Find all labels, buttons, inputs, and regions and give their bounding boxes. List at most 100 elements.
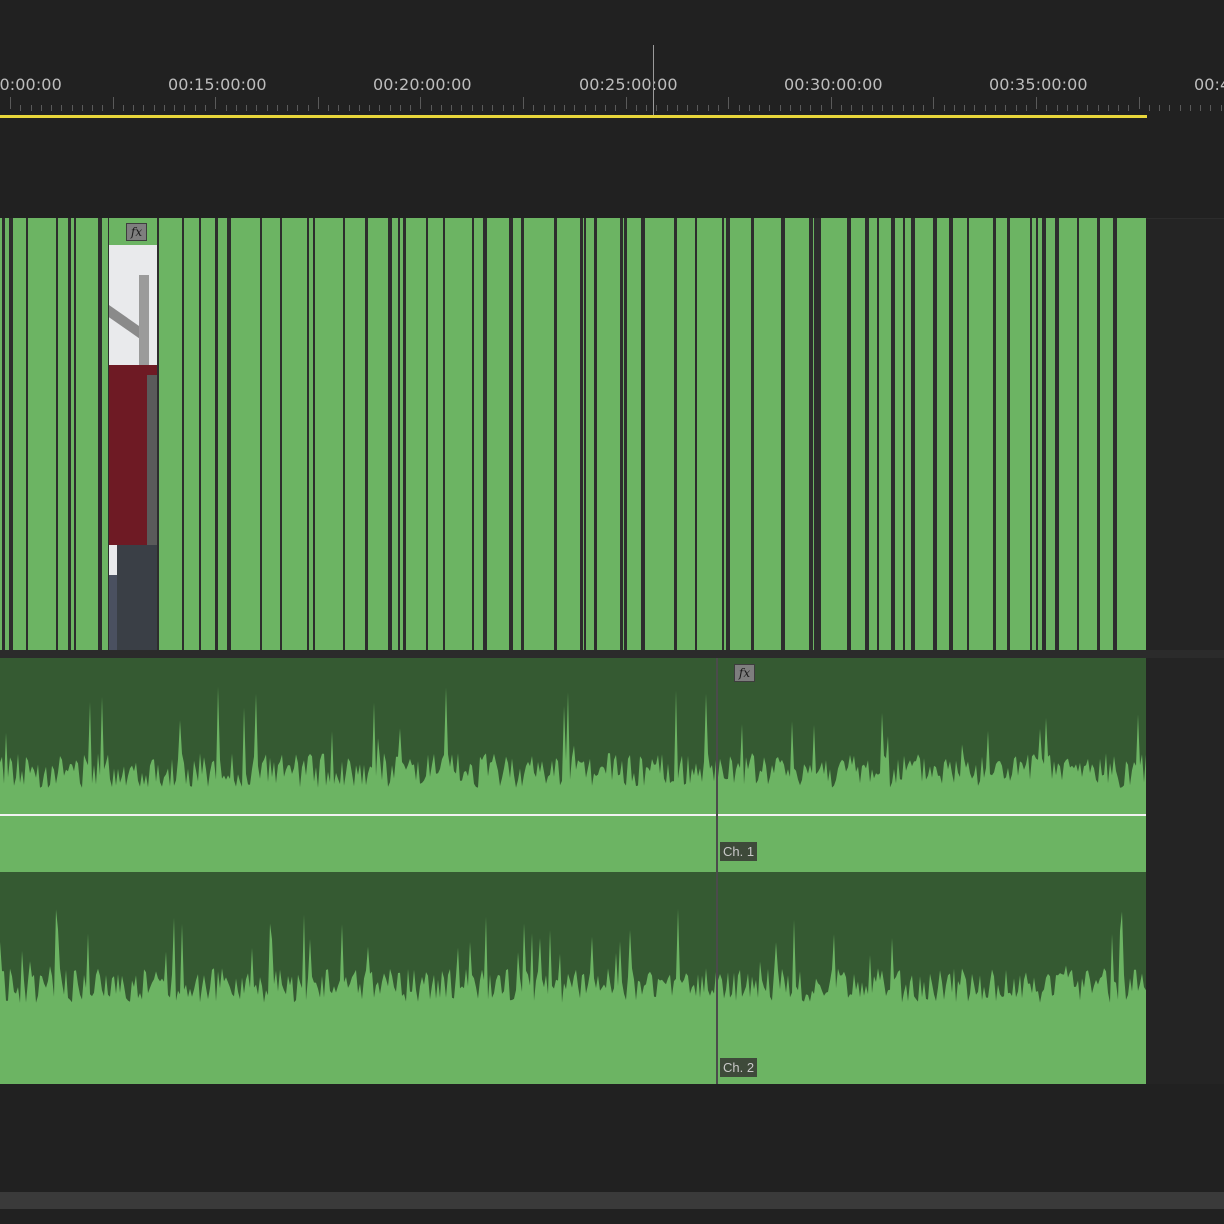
clip-edit-line [911, 218, 915, 650]
ruler-tick [163, 105, 165, 111]
ruler-tick [122, 105, 124, 111]
clip-edit-line [891, 218, 895, 650]
track-empty-area [1146, 218, 1224, 651]
ruler-tick [943, 105, 945, 111]
clip-edit-line [1007, 218, 1010, 650]
ruler-tick [635, 105, 637, 111]
ruler-tick [625, 97, 627, 109]
ruler-tick [789, 105, 791, 111]
ruler-tick [1056, 105, 1058, 111]
ruler-tick [276, 105, 278, 111]
ruler-tick [800, 105, 801, 111]
ruler-tick [1087, 105, 1089, 111]
clip-edit-line [847, 218, 851, 650]
clip-edit-line [403, 218, 406, 650]
clip-edit-line [809, 218, 813, 650]
clip-edit-line [26, 218, 28, 650]
ruler-tick [482, 105, 483, 111]
ruler-tick [574, 105, 576, 111]
ruler-tick [984, 105, 986, 111]
clip-edit-line [1097, 218, 1100, 650]
playhead[interactable] [653, 45, 654, 115]
clip-edit-line [580, 218, 583, 650]
channel-1-label: Ch. 1 [720, 842, 758, 861]
clip-edit-line [722, 218, 724, 650]
video-track-v1[interactable]: fx [0, 218, 1146, 650]
ruler-tick [1210, 105, 1212, 111]
audio-edit-point[interactable] [716, 658, 718, 1084]
clip-edit-line [68, 218, 71, 650]
clip-edit-line [1036, 218, 1038, 650]
ruler-tick [1169, 105, 1171, 111]
audio-track-a1[interactable]: fx Ch. 1 Ch. 2 [0, 658, 1146, 1084]
clip-edit-line [521, 218, 524, 650]
clip-edit-line [751, 218, 754, 650]
ruler-tick [995, 105, 996, 111]
ruler-tick [769, 105, 771, 111]
ruler-tick [1159, 105, 1161, 111]
ruler-tick [1220, 105, 1222, 111]
ruler-tick [923, 105, 925, 111]
ruler-tick [440, 105, 442, 111]
ruler-tick [615, 105, 617, 111]
ruler-tick [81, 105, 83, 111]
time-ruler[interactable]: :0:00:00 00:15:00:00 00:20:00:00 00:25:0… [0, 0, 1224, 122]
ruler-tick [892, 105, 894, 111]
thumbnail-image [109, 245, 157, 650]
ruler-tick [1077, 105, 1078, 111]
track-divider[interactable] [0, 650, 1224, 658]
ruler-tick [830, 97, 832, 109]
video-clip-thumbnail[interactable]: fx [108, 218, 159, 650]
ruler-tick [194, 105, 196, 111]
ruler-tick [246, 105, 247, 111]
clip-edit-line [1042, 218, 1046, 650]
ruler-tick [1118, 105, 1120, 111]
ruler-tick [964, 105, 966, 111]
ruler-tick [256, 105, 258, 111]
ruler-tick [297, 105, 299, 111]
horizontal-scrollbar[interactable] [0, 1192, 1224, 1209]
fx-icon[interactable]: fx [126, 223, 147, 241]
ruler-tick [646, 105, 648, 111]
clip-edit-line [584, 218, 586, 650]
ruler-tick [1179, 105, 1181, 111]
clip-edit-line [1077, 218, 1079, 650]
ruler-tick [728, 97, 730, 109]
ruler-tick [820, 105, 822, 111]
ruler-tick [369, 105, 371, 111]
ruler-tick [810, 105, 812, 111]
clip-edit-line [426, 218, 428, 650]
ruler-tick [133, 105, 135, 111]
volume-rubber-band[interactable] [0, 814, 1146, 816]
timecode-label: 00:15:00:00 [168, 75, 267, 94]
ruler-tick [687, 105, 689, 111]
ruler-tick [328, 105, 330, 111]
ruler-tick [697, 105, 699, 111]
timeline-panel[interactable]: :0:00:00 00:15:00:00 00:20:00:00 00:25:0… [0, 0, 1224, 1224]
ruler-tick [594, 105, 596, 111]
clip-edit-line [933, 218, 937, 650]
ruler-tick [882, 105, 884, 111]
ruler-tick [92, 105, 94, 111]
ruler-tick [51, 105, 52, 111]
clip-edit-line [2, 218, 5, 650]
ruler-tick [717, 105, 719, 111]
ruler-tick [1189, 105, 1191, 111]
ruler-tick [174, 105, 176, 111]
clip-edit-line [260, 218, 262, 650]
timecode-label: 00:30:00:00 [784, 75, 883, 94]
ruler-tick [707, 105, 709, 111]
fx-icon[interactable]: fx [734, 664, 755, 682]
work-area-bar[interactable] [0, 115, 1147, 118]
clip-edit-line [472, 218, 474, 650]
ruler-tick [1046, 105, 1048, 111]
ruler-tick [204, 105, 206, 111]
ruler-tick [102, 105, 104, 111]
ruler-tick [40, 105, 42, 111]
clip-edit-line [903, 218, 905, 650]
ruler-tick [861, 105, 863, 111]
ruler-tick [1066, 105, 1068, 111]
ruler-tick [553, 105, 555, 111]
clip-edit-line [949, 218, 953, 650]
ruler-tick [287, 105, 288, 111]
